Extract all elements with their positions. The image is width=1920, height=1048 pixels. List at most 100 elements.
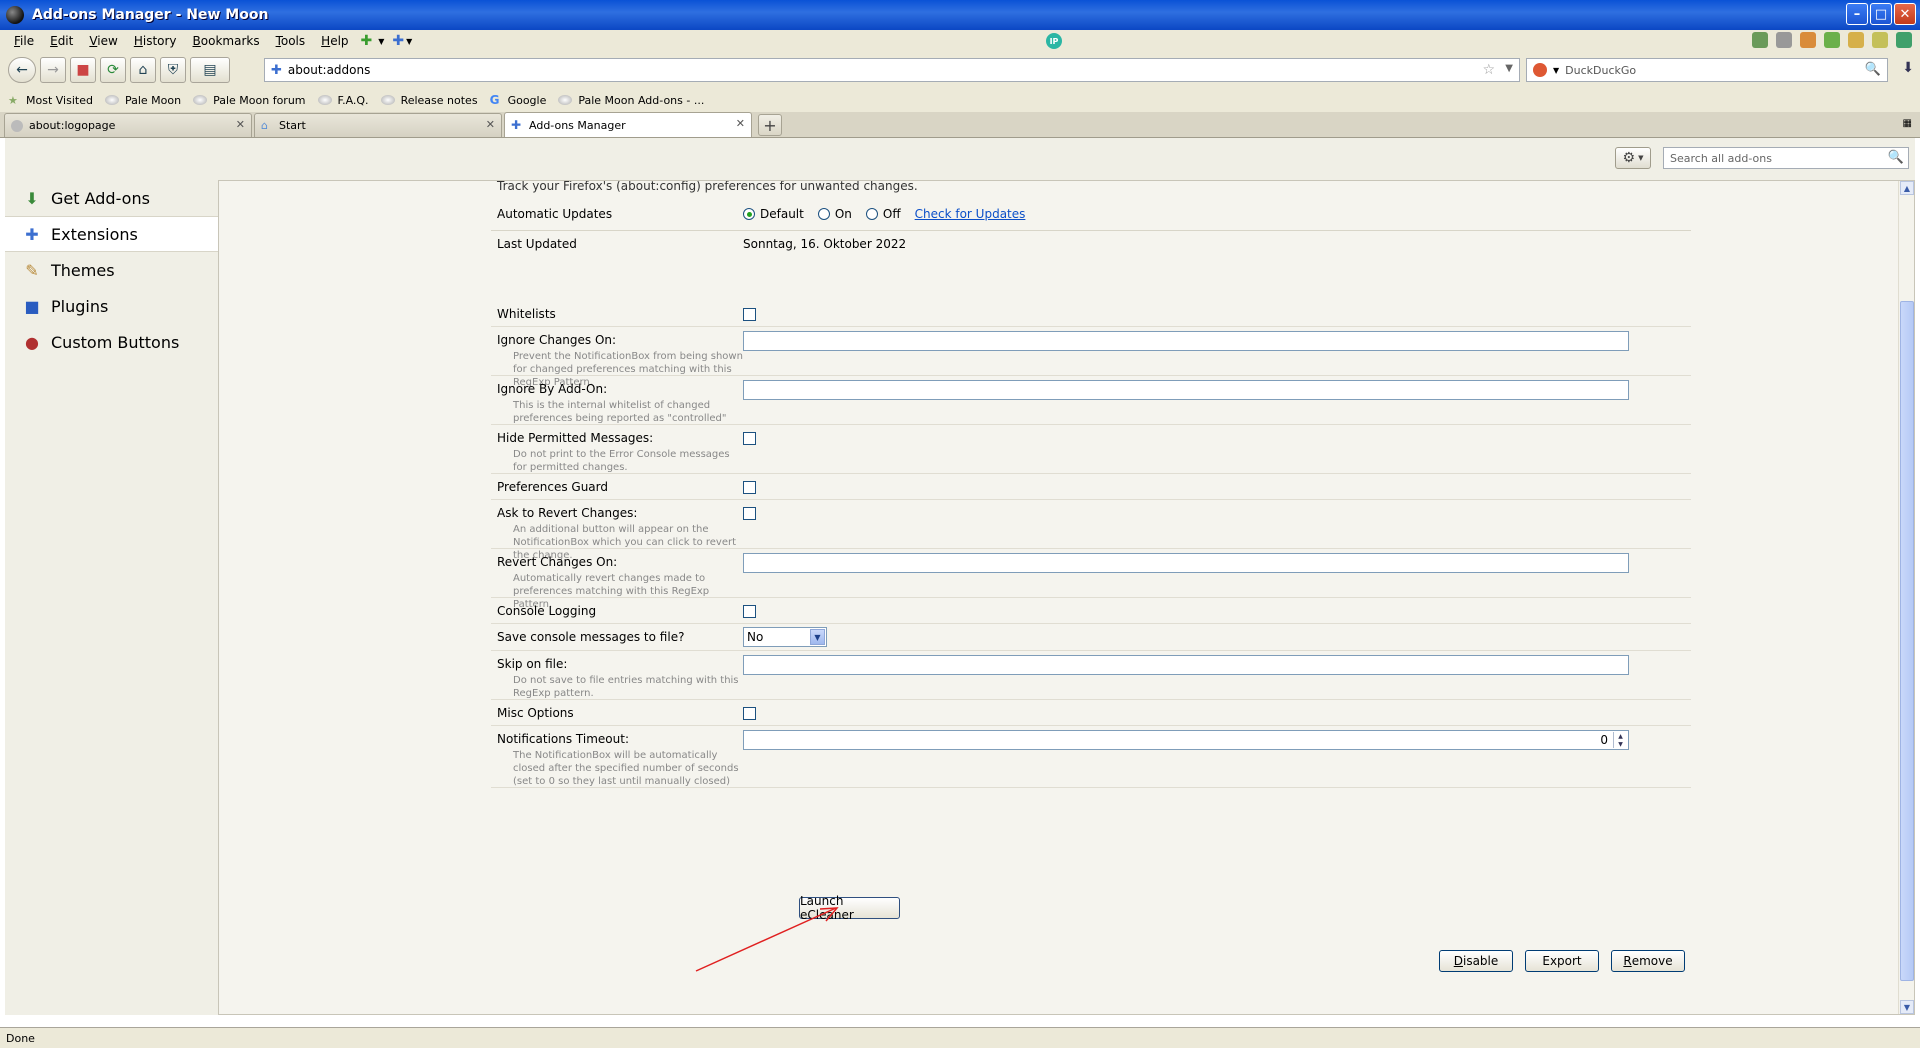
search-icon[interactable]: 🔍 <box>1865 62 1881 77</box>
whitelists-checkbox[interactable] <box>743 308 756 321</box>
cookie-icon[interactable] <box>1800 32 1816 48</box>
tab-about-logopage[interactable]: about:logopage ✕ <box>4 113 252 137</box>
close-tab-icon[interactable]: ✕ <box>486 118 495 131</box>
user-icon[interactable] <box>1752 32 1768 48</box>
bookmark-pale-moon-addons[interactable]: Pale Moon Add-ons - ... <box>558 94 704 107</box>
ignore-changes-on-input[interactable] <box>743 331 1629 351</box>
duckduckgo-icon[interactable] <box>1533 63 1547 77</box>
console-logging-checkbox[interactable] <box>743 605 756 618</box>
url-bar[interactable]: ✚ about:addons ☆ ▼ <box>264 58 1520 82</box>
all-tabs-icon[interactable]: ▦ <box>1903 118 1912 129</box>
skip-on-file-input[interactable] <box>743 655 1629 675</box>
url-text[interactable]: about:addons <box>288 63 370 77</box>
extensions-puzzle-icon[interactable]: ✚ <box>392 33 404 49</box>
close-window-button[interactable]: ✕ <box>1894 3 1916 25</box>
disable-button[interactable]: Disable <box>1439 950 1513 972</box>
tab-start[interactable]: ⌂ Start ✕ <box>254 113 502 137</box>
back-button[interactable]: ← <box>8 57 36 83</box>
home-button[interactable]: ⌂ <box>130 57 156 83</box>
addon-detail-pane: Track your Firefox's (about:config) pref… <box>218 180 1915 1015</box>
edit-icon[interactable] <box>1848 32 1864 48</box>
new-tab-button[interactable]: + <box>758 114 782 136</box>
back-arrow-icon: ← <box>16 62 28 78</box>
export-button[interactable]: Export <box>1525 950 1599 972</box>
whitelists-row: Whitelists <box>491 301 1691 327</box>
close-tab-icon[interactable]: ✕ <box>236 118 245 131</box>
menu-view[interactable]: View <box>81 34 125 48</box>
close-tab-icon[interactable]: ✕ <box>736 117 745 130</box>
navigation-toolbar: ← → ■ ⟳ ⌂ ⛨ ▤ ✚ about:addons ☆ ▼ ▼ DuckD… <box>0 52 1920 88</box>
settings-gear-icon[interactable] <box>1776 32 1792 48</box>
hide-permitted-checkbox[interactable] <box>743 432 756 445</box>
radio-default[interactable]: Default <box>743 207 804 221</box>
bookmark-most-visited[interactable]: ★ Most Visited <box>8 94 93 108</box>
ip-badge-icon[interactable]: IP <box>1046 33 1062 49</box>
category-plugins[interactable]: ■ Plugins <box>5 288 218 324</box>
share-icon[interactable] <box>1896 32 1912 48</box>
recycle-icon[interactable] <box>1824 32 1840 48</box>
vertical-scrollbar[interactable]: ▲ ▼ <box>1898 181 1914 1014</box>
addons-search-input[interactable]: Search all add-ons 🔍 <box>1663 147 1909 169</box>
menu-help[interactable]: Help <box>313 34 356 48</box>
engine-dropdown-icon[interactable]: ▼ <box>1553 66 1559 75</box>
radio-off[interactable]: Off <box>865 207 901 221</box>
reload-icon: ⟳ <box>107 62 119 78</box>
misc-options-checkbox[interactable] <box>743 707 756 720</box>
chevron-up-icon: ▲ <box>1618 732 1623 740</box>
menu-tools[interactable]: Tools <box>268 34 314 48</box>
dropdown-arrow-icon[interactable]: ▼ <box>378 37 384 46</box>
search-icon[interactable]: 🔍 <box>1888 150 1904 165</box>
menu-edit[interactable]: Edit <box>42 34 81 48</box>
toolbar-extension-icons <box>1752 32 1912 48</box>
preferences-guard-checkbox[interactable] <box>743 481 756 494</box>
shield-button[interactable]: ⛨ <box>160 57 186 83</box>
bookmark-star-icon[interactable]: ☆ <box>1482 62 1495 78</box>
dropdown-arrow-icon[interactable]: ▼ <box>406 37 412 46</box>
category-extensions[interactable]: ✚ Extensions <box>5 216 218 252</box>
bookmark-faq[interactable]: F.A.Q. <box>317 94 369 107</box>
remove-button[interactable]: Remove <box>1611 950 1685 972</box>
menu-bar: File Edit View History Bookmarks Tools H… <box>0 30 1920 52</box>
addon-puzzle-icon[interactable]: ✚ <box>361 33 373 49</box>
brush-icon[interactable] <box>1872 32 1888 48</box>
ask-to-revert-checkbox[interactable] <box>743 507 756 520</box>
scroll-up-arrow-icon[interactable]: ▲ <box>1900 181 1914 195</box>
download-icon[interactable]: ⬇ <box>1902 60 1914 76</box>
menu-file[interactable]: File <box>6 34 42 48</box>
notifications-timeout-spinner[interactable]: 0 ▲ ▼ <box>743 730 1629 750</box>
bookmark-google[interactable]: G Google <box>490 93 547 107</box>
tab-bar: about:logopage ✕ ⌂ Start ✕ ✚ Add-ons Man… <box>0 112 1920 138</box>
chevron-down-icon[interactable]: ▼ <box>810 629 825 645</box>
revert-changes-on-input[interactable] <box>743 553 1629 573</box>
scroll-down-arrow-icon[interactable]: ▼ <box>1900 1000 1914 1014</box>
forward-button[interactable]: → <box>40 57 66 83</box>
custom-buttons-icon: ● <box>25 332 39 352</box>
check-for-updates-link[interactable]: Check for Updates <box>915 207 1026 221</box>
ignore-by-addon-input[interactable] <box>743 380 1629 400</box>
radio-on[interactable]: On <box>817 207 852 221</box>
menu-history[interactable]: History <box>126 34 185 48</box>
maximize-button[interactable]: □ <box>1870 3 1892 25</box>
menu-bookmarks[interactable]: Bookmarks <box>185 34 268 48</box>
bookmark-pale-moon[interactable]: Pale Moon <box>104 94 181 107</box>
window-titlebar: Add-ons Manager - New Moon – □ ✕ <box>0 0 1920 30</box>
category-themes[interactable]: ✎ Themes <box>5 252 218 288</box>
bookmark-release-notes[interactable]: Release notes <box>380 94 478 107</box>
chevron-down-icon: ▼ <box>1618 740 1623 748</box>
addons-tools-button[interactable]: ⚙ ▼ <box>1615 147 1651 169</box>
category-get-addons[interactable]: ⬇ Get Add-ons <box>5 180 218 216</box>
spin-buttons[interactable]: ▲ ▼ <box>1613 732 1627 748</box>
stop-button[interactable]: ■ <box>70 57 96 83</box>
misc-options-row: Misc Options <box>491 700 1691 726</box>
bookmark-pale-moon-forum[interactable]: Pale Moon forum <box>193 94 306 107</box>
tab-addons-manager[interactable]: ✚ Add-ons Manager ✕ <box>504 112 752 137</box>
launch-ecleaner-button[interactable]: Launch eCleaner <box>799 894 900 922</box>
save-console-select[interactable]: No ▼ <box>743 627 827 647</box>
sidebar-toggle-button[interactable]: ▤ <box>190 57 230 83</box>
scrollbar-thumb[interactable] <box>1900 301 1914 981</box>
category-custom-buttons[interactable]: ● Custom Buttons <box>5 324 218 360</box>
minimize-button[interactable]: – <box>1846 3 1868 25</box>
url-history-dropdown-icon[interactable]: ▼ <box>1505 63 1513 74</box>
reload-button[interactable]: ⟳ <box>100 57 126 83</box>
search-bar[interactable]: ▼ DuckDuckGo 🔍 <box>1526 58 1888 82</box>
